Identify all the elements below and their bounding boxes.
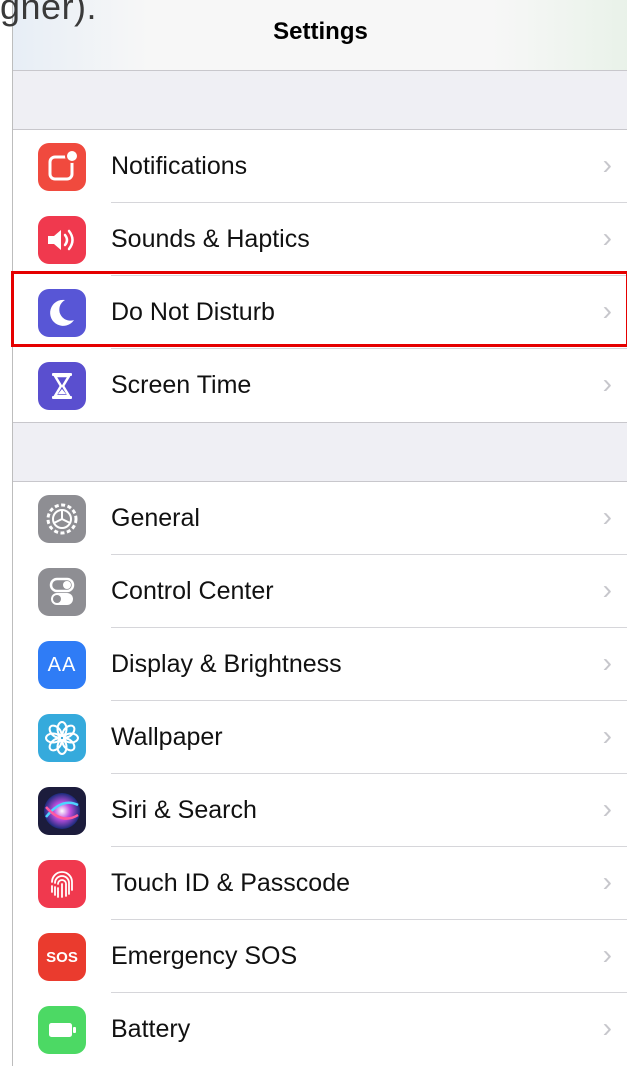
settings-row-notifications[interactable]: Notifications › — [13, 130, 627, 203]
sounds-icon — [38, 216, 86, 264]
chevron-right-icon: › — [602, 647, 612, 678]
navigation-bar: Settings — [13, 0, 627, 71]
settings-row-screen-time[interactable]: Screen Time › — [13, 349, 627, 422]
settings-screen: Settings Notifications › Sounds & Haptic… — [12, 0, 627, 1066]
sos-icon: SOS — [38, 933, 86, 981]
chevron-right-icon: › — [602, 939, 612, 970]
siri-icon — [38, 787, 86, 835]
chevron-right-icon: › — [602, 720, 612, 751]
chevron-right-icon: › — [602, 149, 612, 180]
settings-row-touch-id-passcode[interactable]: Touch ID & Passcode › — [13, 847, 627, 920]
chevron-right-icon: › — [602, 866, 612, 897]
row-label: Emergency SOS — [111, 942, 298, 970]
display-icon: AA — [38, 641, 86, 689]
notifications-icon — [38, 143, 86, 191]
hourglass-icon — [38, 362, 86, 410]
display-icon-text: AA — [47, 653, 77, 676]
sos-icon-text: SOS — [46, 948, 78, 966]
settings-row-control-center[interactable]: Control Center › — [13, 555, 627, 628]
row-label: Wallpaper — [111, 723, 223, 751]
settings-row-general[interactable]: General › — [13, 482, 627, 555]
toggles-icon — [38, 568, 86, 616]
highlight-box — [11, 271, 627, 347]
chevron-right-icon: › — [602, 501, 612, 532]
chevron-right-icon: › — [602, 574, 612, 605]
row-label: Sounds & Haptics — [111, 225, 310, 253]
background-fragment-text: gner). — [0, 0, 98, 27]
settings-row-sounds-haptics[interactable]: Sounds & Haptics › — [13, 203, 627, 276]
chevron-right-icon: › — [602, 793, 612, 824]
row-label: Notifications — [111, 152, 248, 180]
gear-icon — [38, 495, 86, 543]
row-label: Touch ID & Passcode — [111, 869, 351, 897]
chevron-right-icon: › — [602, 222, 612, 253]
chevron-right-icon: › — [602, 368, 612, 399]
settings-row-wallpaper[interactable]: Wallpaper › — [13, 701, 627, 774]
flower-icon — [38, 714, 86, 762]
settings-row-emergency-sos[interactable]: SOS Emergency SOS › — [13, 920, 627, 993]
settings-row-battery[interactable]: Battery › — [13, 993, 627, 1066]
row-label: Control Center — [111, 577, 274, 605]
settings-row-siri-search[interactable]: Siri & Search › — [13, 774, 627, 847]
row-label: Siri & Search — [111, 796, 257, 824]
chevron-right-icon: › — [602, 1012, 612, 1043]
row-label: Battery — [111, 1015, 191, 1043]
row-label: Screen Time — [111, 371, 252, 399]
page-title: Settings — [273, 18, 368, 45]
row-label: Display & Brightness — [111, 650, 342, 678]
settings-row-display-brightness[interactable]: AA Display & Brightness › — [13, 628, 627, 701]
row-label: General — [111, 504, 200, 532]
settings-group-2: General › Control Center › AA Display & … — [13, 481, 627, 1066]
battery-icon — [38, 1006, 86, 1054]
fingerprint-icon — [38, 860, 86, 908]
